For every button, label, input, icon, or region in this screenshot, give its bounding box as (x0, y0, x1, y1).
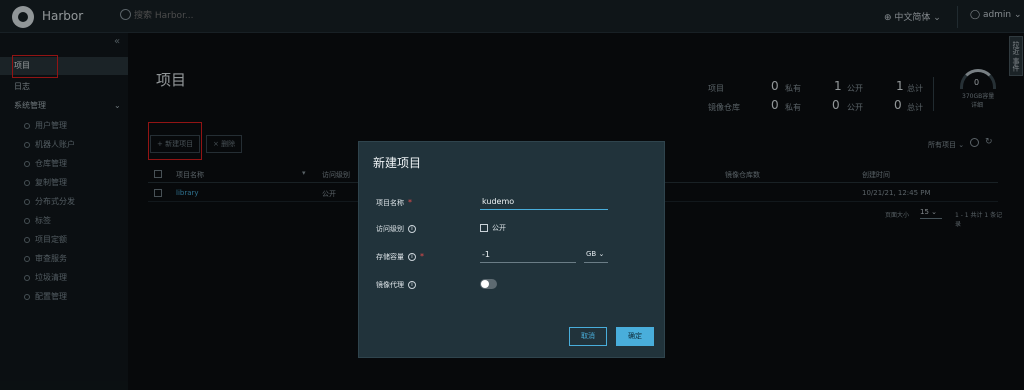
proxy-cache-label: 镜像代理 i (376, 280, 416, 290)
access-level-label: 访问级别 i (376, 224, 416, 234)
project-name-input[interactable]: kudemo (480, 197, 608, 210)
label-text: 镜像代理 (376, 281, 404, 289)
dialog-title: 新建项目 (373, 156, 422, 170)
label-text: 存储容量 (376, 253, 404, 261)
new-project-dialog: 新建项目 项目名称 * kudemo 访问级别 i 公开 存储容量 i * -1 GB … (358, 141, 665, 358)
info-icon[interactable]: i (408, 253, 416, 261)
info-icon[interactable]: i (408, 225, 416, 233)
public-checkbox-label: 公开 (492, 224, 506, 232)
ok-button[interactable]: 确定 (616, 327, 654, 346)
cancel-button[interactable]: 取消 (569, 327, 607, 346)
unit-value: GB (586, 250, 597, 258)
required-marker: * (408, 198, 412, 207)
storage-quota-label: 存储容量 i * (376, 252, 424, 262)
label-text: 项目名称 (376, 199, 404, 207)
proxy-cache-toggle[interactable] (480, 279, 497, 289)
storage-quota-input[interactable]: -1 (480, 250, 576, 263)
project-name-label: 项目名称 * (376, 198, 412, 208)
label-text: 访问级别 (376, 225, 404, 233)
quota-unit-select[interactable]: GB ⌄ (584, 250, 608, 263)
info-icon[interactable]: i (408, 281, 416, 289)
public-checkbox[interactable] (480, 224, 488, 232)
required-marker: * (420, 252, 424, 261)
